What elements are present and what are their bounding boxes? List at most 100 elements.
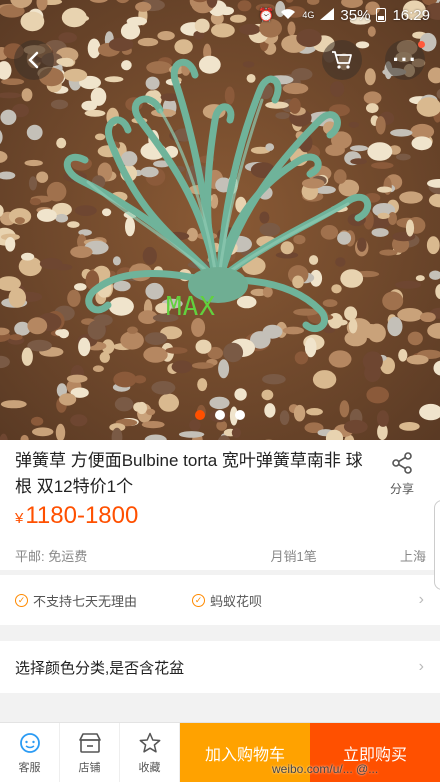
carousel-indicator [0,410,440,420]
gravel-pebble [32,427,54,437]
gravel-pebble [59,393,77,406]
shipping-info: 平邮: 免运费 [15,549,88,564]
gravel-pebble [14,217,25,225]
gravel-pebble [143,346,168,363]
gravel-pebble [382,291,404,311]
check-circle-icon: ✓ [15,593,28,607]
gravel-pebble [231,427,241,438]
gravel-pebble [121,60,132,71]
gravel-pebble [375,116,386,135]
gravel-pebble [70,246,93,258]
gravel-pebble [120,331,144,350]
gravel-pebble [362,351,383,372]
chevron-left-icon [28,51,39,69]
gravel-pebble [140,166,159,178]
gravel-pebble [371,162,394,169]
gravel-pebble [55,213,69,223]
gravel-pebble [335,257,346,267]
product-image[interactable]: MAX [0,0,440,440]
gravel-pebble [366,103,379,114]
gravel-pebble [337,231,352,245]
service-row[interactable]: ✓ 不支持七天无理由 ✓ 蚂蚁花呗 › [0,575,440,625]
gravel-pebble [66,374,88,383]
gravel-pebble [420,312,436,322]
gravel-pebble [36,208,57,222]
gravel-pebble [309,255,319,265]
gravel-pebble [426,236,440,255]
product-title: 弹簧草 方便面Bulbine torta 宽叶弹簧草南非 球根 双12特价1个 [15,451,363,496]
gravel-pebble [289,97,301,114]
product-meta: 平邮: 免运费 月销1笔 上海 [15,546,426,565]
tab-label: 收藏 [138,762,161,774]
gravel-pebble [108,37,134,52]
gravel-pebble [246,74,256,83]
carousel-dot[interactable] [215,410,225,420]
weibo-watermark: weibo.com/u/... @... [272,762,379,776]
gravel-pebble [261,389,274,401]
gravel-pebble [113,371,137,388]
gravel-pebble [191,362,214,369]
gravel-pebble [262,324,283,339]
status-bar: ⏰ 4G 35% 16:29 [0,0,440,30]
gravel-pebble [63,68,88,82]
gravel-pebble [275,112,290,120]
gravel-pebble [396,153,411,161]
gravel-pebble [366,386,390,404]
gravel-pebble [92,365,104,373]
gravel-pebble [350,158,367,165]
gravel-pebble [55,329,67,337]
favorite-tab[interactable]: 收藏 [120,723,180,782]
gravel-pebble [151,381,176,395]
gravel-pebble [99,351,111,363]
gravel-pebble [399,191,423,204]
more-dots-icon: ··· [392,47,418,72]
gravel-pebble [282,326,304,335]
gravel-pebble [407,331,423,346]
gravel-pebble [133,375,147,384]
gravel-pebble [223,342,244,363]
store-tab[interactable]: 店铺 [60,723,120,782]
gravel-pebble [262,286,273,298]
gravel-pebble [21,252,35,261]
gravel-pebble [340,269,364,288]
battery-icon [376,8,387,22]
gravel-pebble [104,76,124,83]
gravel-pebble [280,241,294,255]
gravel-pebble [367,142,393,161]
carousel-dot-active[interactable] [195,410,205,420]
gravel-pebble [331,284,342,294]
gravel-pebble [301,178,325,189]
edge-handle[interactable] [434,500,440,590]
gravel-pebble [357,237,367,252]
gravel-pebble [21,347,33,366]
gravel-pebble [259,211,270,224]
share-button[interactable]: 分享 [380,452,424,497]
gravel-pebble [198,55,221,74]
gravel-pebble [293,234,306,245]
gravel-pebble [348,318,358,334]
gravel-pebble [56,137,67,149]
gravel-pebble [174,39,193,55]
cart-button[interactable] [322,40,362,80]
variant-label: 选择颜色分类,是否含花盆 [15,659,185,677]
gravel-pebble [26,124,43,141]
gravel-pebble [171,360,193,374]
carousel-dot[interactable] [235,410,245,420]
star-icon [139,732,160,753]
tab-label: 客服 [18,762,41,774]
back-button[interactable] [14,40,54,80]
price-range: 1180-1800 [25,502,139,529]
gravel-pebble [390,129,413,137]
gravel-pebble [142,246,157,265]
gravel-pebble [363,91,382,105]
service-item: ✓ 不支持七天无理由 [15,591,137,610]
share-icon [392,452,412,474]
gravel-pebble [377,212,390,219]
gravel-pebble [0,109,17,126]
gravel-pebble [56,58,72,65]
gravel-pebble [108,297,134,316]
gravel-pebble [145,76,160,90]
customer-service-tab[interactable]: 客服 [0,723,60,782]
tab-label: 店铺 [78,762,101,774]
variant-selector[interactable]: 选择颜色分类,是否含花盆 › [0,641,440,693]
